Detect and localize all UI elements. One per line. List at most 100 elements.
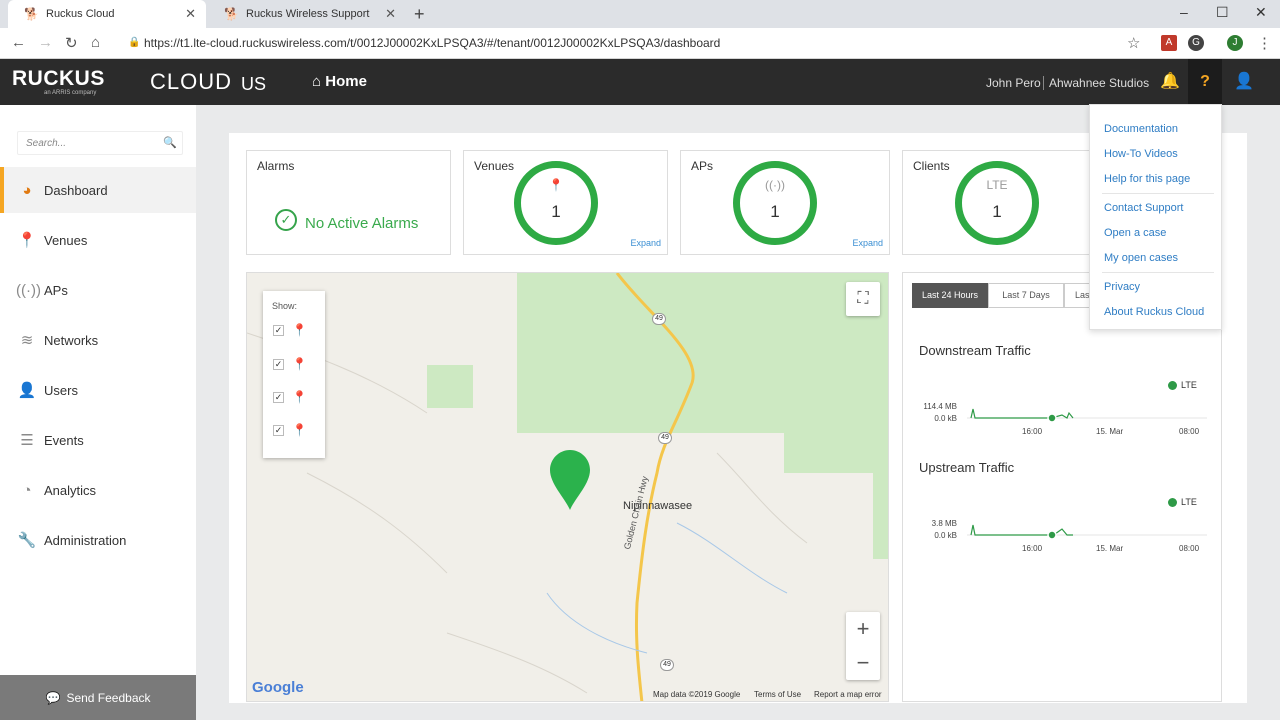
x-tick: 15. Mar	[1096, 544, 1124, 553]
tab-title: Ruckus Cloud	[46, 8, 115, 20]
search-input[interactable]: Search...	[17, 131, 183, 155]
y-axis-min: 0.0 kB	[934, 531, 957, 540]
alarms-card[interactable]: Alarms ✓ No Active Alarms	[246, 150, 451, 255]
minimize-icon[interactable]: –	[1180, 4, 1188, 20]
logo-subtitle: an ARRIS company	[44, 90, 97, 96]
wifi-icon: ≋	[20, 332, 34, 349]
google-logo: Google	[252, 679, 304, 696]
zoom-in-button[interactable]: +	[846, 612, 880, 646]
menu-item-documentation[interactable]: Documentation	[1104, 123, 1178, 135]
downstream-sparkline	[967, 408, 1207, 423]
ruckus-favicon-icon: 🐕	[24, 7, 39, 21]
menu-item-how-to-videos[interactable]: How-To Videos	[1104, 148, 1178, 160]
pin-filter-red[interactable]: ✓ 📍	[273, 323, 307, 337]
ap-icon: ((·))	[16, 281, 41, 299]
sidebar-item-analytics[interactable]: ◔ Analytics	[0, 467, 196, 513]
menu-item-my-open-cases[interactable]: My open cases	[1104, 252, 1178, 264]
extension-icon[interactable]: A	[1161, 35, 1177, 51]
checkbox[interactable]: ✓	[273, 391, 284, 403]
home-link[interactable]: ⌂ Home	[312, 73, 367, 90]
close-tab-icon[interactable]: ✕	[385, 6, 396, 22]
extension-icon[interactable]: G	[1188, 35, 1204, 51]
terms-of-use-link[interactable]: Terms of Use	[754, 690, 801, 699]
menu-item-contact-support[interactable]: Contact Support	[1104, 202, 1184, 214]
tenant-name[interactable]: Ahwahnee Studios	[1049, 76, 1149, 90]
zoom-control: + −	[846, 612, 880, 680]
sidebar: Search... 🔍 ◕ Dashboard 📍 Venues ((·)) A…	[0, 105, 196, 720]
pin-filter-green[interactable]: ✓ 📍	[273, 423, 307, 437]
menu-item-about-ruckus-cloud[interactable]: About Ruckus Cloud	[1104, 306, 1204, 318]
aps-card[interactable]: APs ((·)) 1 Expand	[680, 150, 890, 255]
pin-filter-gray[interactable]: ✓ 📍	[273, 390, 307, 404]
home-label: Home	[325, 73, 367, 90]
profile-avatar[interactable]: J	[1227, 35, 1243, 51]
user-account-icon[interactable]: 👤	[1234, 71, 1254, 91]
checkbox[interactable]: ✓	[273, 424, 284, 436]
browser-tab-ruckus-support[interactable]: 🐕 Ruckus Wireless Support ✕	[208, 0, 406, 28]
new-tab-icon[interactable]: +	[414, 4, 425, 25]
sidebar-item-venues[interactable]: 📍 Venues	[0, 217, 196, 263]
x-tick: 08:00	[1179, 427, 1200, 436]
lock-icon[interactable]: 🔒	[128, 37, 140, 48]
ruckus-logo[interactable]: RUCKUS	[12, 67, 105, 91]
sidebar-item-label: Analytics	[44, 482, 97, 498]
browser-menu-icon[interactable]: ⋮	[1257, 34, 1272, 52]
checkbox[interactable]: ✓	[273, 358, 284, 370]
tab-last-7-days[interactable]: Last 7 Days	[988, 283, 1064, 308]
sidebar-item-administration[interactable]: 🔧 Administration	[0, 517, 196, 563]
home-icon[interactable]: ⌂	[91, 34, 100, 51]
pin-filter-orange[interactable]: ✓ 📍	[273, 357, 307, 371]
window-close-icon[interactable]: ✕	[1255, 4, 1267, 21]
clients-card[interactable]: Clients LTE 1	[902, 150, 1092, 255]
upstream-legend[interactable]: LTE	[1168, 497, 1197, 508]
sidebar-item-label: Venues	[44, 232, 88, 248]
venue-pin-icon: 📍	[548, 178, 564, 192]
sidebar-item-label: Dashboard	[44, 182, 108, 198]
bell-icon[interactable]: 🔔	[1160, 71, 1180, 91]
venues-card[interactable]: Venues 📍 1 Expand	[463, 150, 668, 255]
clients-ring: LTE 1	[955, 161, 1039, 245]
menu-item-open-a-case[interactable]: Open a case	[1104, 227, 1166, 239]
checkbox[interactable]: ✓	[273, 324, 284, 336]
close-tab-icon[interactable]: ✕	[185, 6, 196, 22]
downstream-legend[interactable]: LTE	[1168, 380, 1197, 391]
search-icon[interactable]: 🔍	[163, 136, 177, 149]
x-tick: 16:00	[1022, 544, 1043, 553]
sidebar-item-aps[interactable]: ((·)) APs	[0, 267, 196, 313]
dashboard-icon: ◕	[22, 181, 32, 199]
sidebar-item-networks[interactable]: ≋ Networks	[0, 317, 196, 363]
venue-marker-icon[interactable]	[550, 450, 590, 512]
upstream-title: Upstream Traffic	[919, 460, 1015, 475]
x-tick: 16:00	[1022, 427, 1043, 436]
report-map-error-link[interactable]: Report a map error	[814, 690, 882, 699]
y-axis-max: 3.8 MB	[931, 519, 957, 528]
tab-last-24-hours[interactable]: Last 24 Hours	[912, 283, 988, 308]
red-pin-icon: 📍	[292, 323, 307, 337]
expand-link[interactable]: Expand	[852, 238, 883, 248]
zoom-out-button[interactable]: −	[846, 646, 880, 680]
expand-link[interactable]: Expand	[630, 238, 661, 248]
card-title: Venues	[474, 159, 515, 173]
sidebar-item-dashboard[interactable]: ◕ Dashboard	[0, 167, 196, 213]
send-feedback-button[interactable]: 💬 Send Feedback	[0, 675, 196, 720]
bookmark-star-icon[interactable]: ☆	[1127, 34, 1140, 52]
sidebar-item-label: Events	[44, 432, 84, 448]
reload-icon[interactable]: ↻	[65, 34, 78, 52]
maximize-icon[interactable]: ☐	[1216, 4, 1229, 21]
forward-icon[interactable]: →	[38, 34, 53, 51]
sidebar-item-users[interactable]: 👤 Users	[0, 367, 196, 413]
feedback-label: Send Feedback	[66, 690, 151, 705]
help-icon[interactable]: ?	[1188, 59, 1222, 105]
venues-ring: 📍 1	[514, 161, 598, 245]
menu-item-privacy[interactable]: Privacy	[1104, 281, 1140, 293]
url-field[interactable]: https://t1.lte-cloud.ruckuswireless.com/…	[118, 32, 1158, 54]
orange-pin-icon: 📍	[292, 357, 307, 371]
menu-item-help-for-page[interactable]: Help for this page	[1104, 173, 1190, 185]
sidebar-item-events[interactable]: ☰ Events	[0, 417, 196, 463]
fullscreen-icon[interactable]: ⛶	[846, 282, 880, 316]
user-name[interactable]: John Pero	[986, 76, 1041, 90]
app-header: RUCKUS an ARRIS company CLOUD US ⌂ Home …	[0, 59, 1280, 105]
back-icon[interactable]: ←	[11, 34, 26, 51]
legend-label: LTE	[1181, 380, 1197, 390]
browser-tab-ruckus-cloud[interactable]: 🐕 Ruckus Cloud ✕	[8, 0, 206, 28]
